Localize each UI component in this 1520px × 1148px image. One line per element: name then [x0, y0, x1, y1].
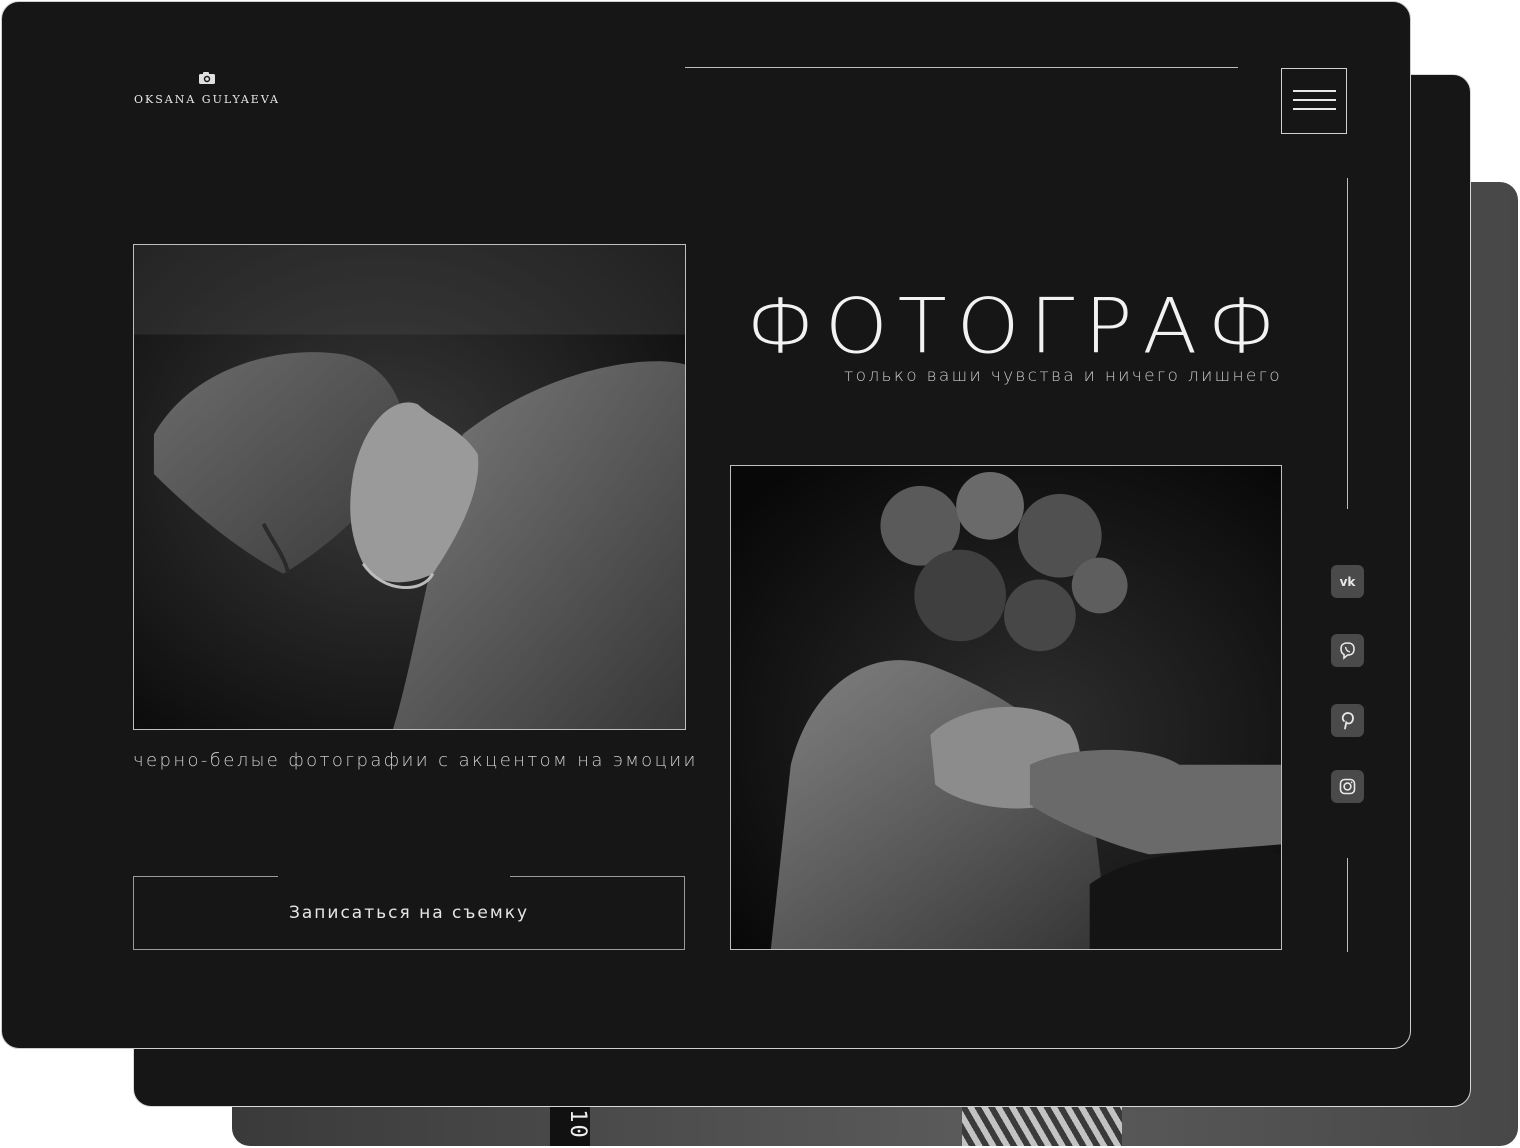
button-border-gap	[278, 875, 510, 879]
header-divider	[685, 67, 1238, 68]
viber-link[interactable]	[1331, 634, 1364, 667]
brand-name: OKSANA GULYAEVA	[134, 93, 280, 106]
camera-icon	[198, 71, 216, 85]
side-divider-top	[1347, 178, 1348, 509]
pinterest-link[interactable]	[1331, 704, 1364, 737]
book-session-label: Записаться на съемку	[288, 903, 530, 923]
hero-title: ФОТОГРАФ	[746, 282, 1286, 371]
photo-caption: черно-белые фотографии с акцентом на эмо…	[133, 750, 698, 771]
pinterest-icon	[1341, 712, 1354, 730]
viber-icon	[1340, 642, 1355, 660]
vk-icon: vk	[1340, 575, 1357, 589]
photo-wedding	[730, 465, 1282, 950]
landing-page-card: OKSANA GULYAEVA черно-белые фотографии с…	[1, 1, 1411, 1049]
book-session-button[interactable]: Записаться на съемку	[133, 875, 685, 950]
background-card-pattern	[962, 1102, 1122, 1146]
menu-button[interactable]	[1281, 68, 1347, 134]
instagram-link[interactable]	[1331, 770, 1364, 803]
vk-link[interactable]: vk	[1331, 565, 1364, 598]
instagram-icon	[1339, 778, 1356, 795]
photo-hands	[133, 244, 686, 730]
svg-text:vk: vk	[1340, 575, 1357, 589]
side-divider-bottom	[1347, 858, 1348, 952]
brand-logo[interactable]: OKSANA GULYAEVA	[132, 70, 282, 106]
hero-subtitle: только ваши чувства и ничего лишнего	[844, 366, 1282, 386]
